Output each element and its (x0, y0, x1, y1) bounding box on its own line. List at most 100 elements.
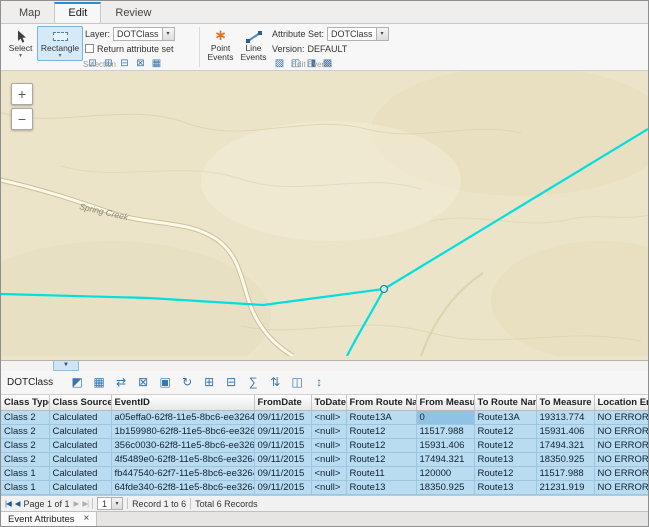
column-header-from-measure[interactable]: From Measure (416, 395, 474, 411)
refresh-icon[interactable]: ↻ (177, 373, 197, 391)
collapse-panel-button[interactable]: ▼ (53, 361, 79, 371)
column-header-location-error[interactable]: Location Error (594, 395, 648, 411)
cell[interactable]: Route12 (474, 439, 536, 453)
add-record-icon[interactable]: ⊞ (199, 373, 219, 391)
cell[interactable]: Class 2 (1, 425, 49, 439)
last-page-button[interactable]: ▶| (82, 499, 88, 508)
cell[interactable]: Class 1 (1, 467, 49, 481)
cell[interactable]: 11517.988 (416, 425, 474, 439)
return-attribute-set-checkbox[interactable] (85, 44, 94, 53)
save-edits-icon[interactable]: ▣ (155, 373, 175, 391)
cell[interactable]: 21231.919 (536, 481, 594, 495)
zoom-out-button[interactable]: − (11, 108, 33, 130)
cell[interactable]: 1b159980-62f8-11e5-8bc6-ee32641d5ec9 (111, 425, 254, 439)
cell[interactable]: 15931.406 (536, 425, 594, 439)
cell[interactable]: Route12 (346, 439, 416, 453)
table-row[interactable]: Class 2Calculated4f5489e0-62f8-11e5-8bc6… (1, 453, 648, 467)
cell[interactable]: 09/11/2015 (254, 425, 311, 439)
tab-map[interactable]: Map (5, 3, 54, 23)
point-events-button[interactable]: ∗ Point Events (204, 26, 237, 65)
layer-dropdown[interactable]: DOTClass ▾ (113, 27, 175, 41)
tab-edit[interactable]: Edit (54, 2, 101, 24)
cell[interactable]: 11517.988 (536, 467, 594, 481)
attribute-set-caret-icon[interactable]: ▾ (376, 28, 388, 40)
cell[interactable]: NO ERROR (594, 467, 648, 481)
cell[interactable]: 09/11/2015 (254, 411, 311, 425)
cell[interactable]: NO ERROR (594, 425, 648, 439)
column-header-to-measure[interactable]: To Measure (536, 395, 594, 411)
cell[interactable]: NO ERROR (594, 439, 648, 453)
first-page-button[interactable]: |◀ (5, 499, 11, 508)
cell[interactable]: 15931.406 (416, 439, 474, 453)
cell[interactable]: 17494.321 (536, 439, 594, 453)
cell[interactable]: Route11 (346, 467, 416, 481)
related-records-icon[interactable]: ◩ (67, 373, 87, 391)
select-tool-button[interactable]: Select ▾ (4, 26, 37, 61)
cell[interactable]: 19313.774 (536, 411, 594, 425)
cell[interactable]: Route12 (474, 467, 536, 481)
cell[interactable]: Calculated (49, 439, 111, 453)
line-events-button[interactable]: Line Events (237, 26, 270, 65)
cell[interactable]: 356c0030-62f8-11e5-8bc6-ee32641d5ec9 (111, 439, 254, 453)
layer-dropdown-caret-icon[interactable]: ▾ (162, 28, 174, 40)
cell[interactable]: Route12 (346, 425, 416, 439)
field-calculator-icon[interactable]: ∑ (243, 373, 263, 391)
column-header-fromdate[interactable]: FromDate (254, 395, 311, 411)
cell[interactable]: Calculated (49, 481, 111, 495)
cell[interactable]: 09/11/2015 (254, 481, 311, 495)
cell[interactable]: Route12 (346, 453, 416, 467)
sort-icon[interactable]: ⇅ (265, 373, 285, 391)
cell[interactable]: a05effa0-62f8-11e5-8bc6-ee32641d5ec9 (111, 411, 254, 425)
table-row[interactable]: Class 2Calculated356c0030-62f8-11e5-8bc6… (1, 439, 648, 453)
table-row[interactable]: Class 1Calculatedfb447540-62f7-11e5-8bc6… (1, 467, 648, 481)
attribute-set-dropdown[interactable]: DOTClass ▾ (327, 27, 389, 41)
attribute-table-icon[interactable]: ▦ (89, 373, 109, 391)
table-row[interactable]: Class 2Calculated1b159980-62f8-11e5-8bc6… (1, 425, 648, 439)
cell[interactable]: 09/11/2015 (254, 467, 311, 481)
cell[interactable]: NO ERROR (594, 481, 648, 495)
cell[interactable]: 09/11/2015 (254, 439, 311, 453)
cell[interactable]: NO ERROR (594, 411, 648, 425)
cell[interactable]: <null> (311, 481, 346, 495)
cell[interactable]: fb447540-62f7-11e5-8bc6-ee32641d5ec9 (111, 467, 254, 481)
previous-page-button[interactable]: ◀ (15, 499, 20, 508)
cell[interactable]: 4f5489e0-62f8-11e5-8bc6-ee32641d5ec9 (111, 453, 254, 467)
cell[interactable]: Class 1 (1, 481, 49, 495)
cell[interactable]: Calculated (49, 411, 111, 425)
column-header-to-route-name[interactable]: To Route Name (474, 395, 536, 411)
cell[interactable]: Calculated (49, 453, 111, 467)
cell[interactable]: Class 2 (1, 411, 49, 425)
cell[interactable]: Route13A (346, 411, 416, 425)
route-junction-marker[interactable] (381, 286, 388, 293)
next-page-button[interactable]: ▶ (74, 499, 79, 508)
cell[interactable]: <null> (311, 411, 346, 425)
page-number-input[interactable]: 1 ▾ (97, 497, 123, 510)
column-header-eventid[interactable]: EventID (111, 395, 254, 411)
return-attribute-set-option[interactable]: Return attribute set (85, 42, 193, 55)
cell[interactable]: <null> (311, 453, 346, 467)
cell[interactable]: Calculated (49, 467, 111, 481)
switch-selection-icon[interactable]: ⇄ (111, 373, 131, 391)
column-header-from-route-name[interactable]: From Route Name (346, 395, 416, 411)
cell[interactable]: 0 (416, 411, 474, 425)
cell[interactable]: Calculated (49, 425, 111, 439)
cell[interactable]: Route12 (474, 425, 536, 439)
cell[interactable]: 09/11/2015 (254, 453, 311, 467)
tab-review[interactable]: Review (101, 3, 165, 23)
table-row[interactable]: Class 1Calculated64fde340-62f8-11e5-8bc6… (1, 481, 648, 495)
cell[interactable]: 18350.925 (536, 453, 594, 467)
cell[interactable]: 18350.925 (416, 481, 474, 495)
clear-selection-icon[interactable]: ⊠ (133, 373, 153, 391)
close-icon[interactable]: × (84, 514, 90, 524)
cell[interactable]: <null> (311, 425, 346, 439)
page-number-caret-icon[interactable]: ▾ (111, 498, 122, 509)
rectangle-tool-button[interactable]: Rectangle ▾ (37, 26, 83, 61)
expand-panel-icon[interactable]: ↕ (309, 373, 329, 391)
tab-event-attributes[interactable]: Event Attributes × (1, 512, 97, 526)
cell[interactable]: 64fde340-62f8-11e5-8bc6-ee32641d5ec9 (111, 481, 254, 495)
split-view-icon[interactable]: ◫ (287, 373, 307, 391)
cell[interactable]: Route13A (474, 411, 536, 425)
cell[interactable]: Class 2 (1, 453, 49, 467)
cell[interactable]: NO ERROR (594, 453, 648, 467)
cell[interactable]: Route13 (346, 481, 416, 495)
